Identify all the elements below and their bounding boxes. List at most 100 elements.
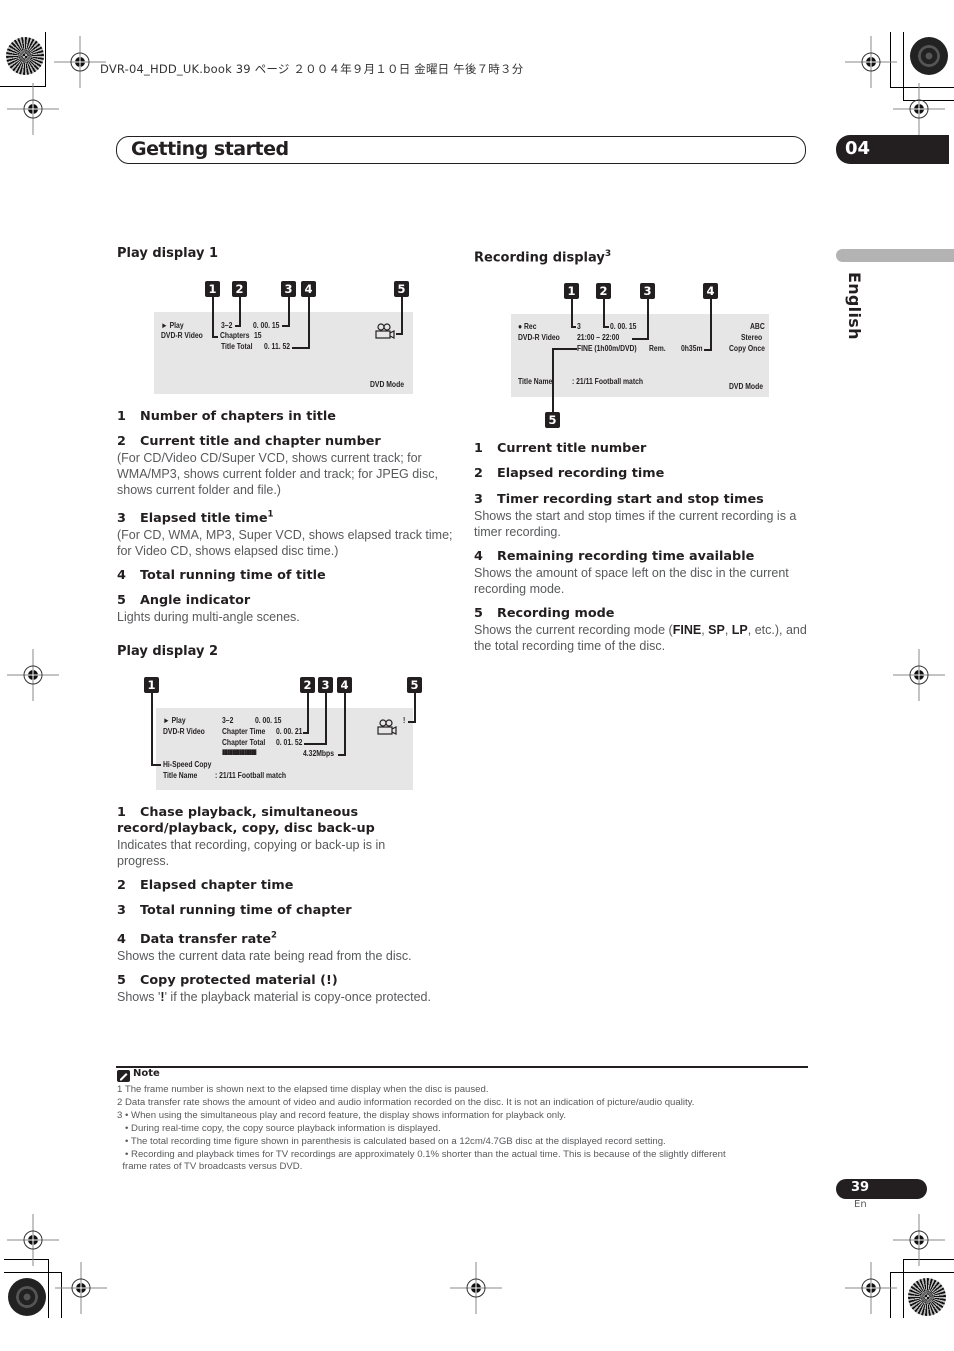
page-language-code: En bbox=[854, 1199, 867, 1210]
callout-leader bbox=[396, 333, 403, 335]
chapter-title: Getting started bbox=[131, 138, 289, 160]
screen-rate: 4.32Mbps bbox=[303, 749, 334, 758]
screen-title-name-label: Title Name bbox=[163, 771, 198, 780]
callout-leader bbox=[704, 349, 712, 351]
screen-channel: ABC bbox=[750, 322, 765, 331]
item-description: Shows the amount of space left on the di… bbox=[474, 566, 789, 596]
play-display-1-item: 4 Total running time of title bbox=[117, 568, 462, 584]
screen-audio: Stereo bbox=[741, 333, 763, 342]
callout-leader bbox=[151, 693, 153, 765]
item-number: 1 bbox=[474, 441, 483, 456]
callout-leader bbox=[408, 721, 416, 723]
callout-leader bbox=[552, 349, 554, 412]
item-number: 5 bbox=[117, 593, 126, 608]
callout-leader bbox=[151, 764, 161, 766]
mode-lp: LP bbox=[731, 623, 748, 637]
callout-badge-1: 1 bbox=[564, 283, 579, 299]
screen-rem-value: 0h35m bbox=[681, 344, 703, 353]
language-tab-label: English bbox=[845, 272, 864, 340]
registration-mark-icon bbox=[893, 83, 945, 135]
note-line: 2 Data transfer rate shows the amount of… bbox=[117, 1097, 695, 1108]
note-line: • Recording and playback times for TV re… bbox=[117, 1149, 726, 1160]
callout-badge-3: 3 bbox=[318, 677, 333, 693]
item-title: Number of chapters in title bbox=[140, 409, 336, 424]
callout-leader bbox=[282, 325, 290, 327]
item-description: (For CD, WMA, MP3, Super VCD, shows elap… bbox=[117, 528, 453, 558]
screen-title-name-value: : 21/11 Football match bbox=[572, 377, 644, 386]
callout-badge-4: 4 bbox=[301, 281, 316, 297]
recording-display-item: 3 Timer recording start and stop times Sh… bbox=[474, 492, 819, 540]
callout-badge-1: 1 bbox=[144, 677, 159, 693]
crop-mark bbox=[48, 1259, 49, 1318]
screen-mode: ● Rec bbox=[518, 322, 537, 331]
angle-camera-icon bbox=[377, 719, 397, 735]
note-divider bbox=[116, 1066, 808, 1068]
page-number-tab bbox=[836, 1179, 927, 1199]
color-target-top-right bbox=[910, 37, 948, 75]
callout-badge-3: 3 bbox=[281, 281, 296, 297]
callout-leader bbox=[571, 299, 573, 327]
registration-mark-icon bbox=[7, 649, 59, 701]
screen-rem-label: Rem. bbox=[649, 344, 666, 353]
note-line: 3 • When using the simultaneous play and… bbox=[117, 1110, 566, 1121]
callout-leader bbox=[344, 693, 346, 755]
play-display-1-item: 2 Current title and chapter number (For C… bbox=[117, 434, 462, 498]
heading-text: Recording display bbox=[474, 250, 605, 266]
callout-badge-2: 2 bbox=[232, 281, 247, 297]
play-display-2-item: 1 Chase playback, simultaneous record/pla… bbox=[117, 805, 457, 869]
note-line: • The total recording time figure shown … bbox=[117, 1136, 666, 1147]
chapter-header: Getting started bbox=[116, 136, 806, 164]
item-number: 2 bbox=[117, 434, 126, 449]
screen-disc-type: DVD-R Video bbox=[518, 333, 560, 342]
item-title: Current title and chapter number bbox=[140, 434, 381, 449]
footnote-ref: 1 bbox=[267, 509, 274, 520]
screen-title-chapter: 3–2 bbox=[221, 321, 233, 330]
item-number: 2 bbox=[474, 466, 483, 481]
item-number: 3 bbox=[117, 903, 126, 918]
registration-mark-icon bbox=[54, 36, 106, 88]
callout-leader bbox=[292, 347, 310, 349]
item-number: 5 bbox=[474, 606, 483, 621]
screen-rec-mode: FINE (1h00m/DVD) bbox=[577, 344, 637, 353]
callout-leader bbox=[401, 297, 403, 334]
chapter-number-tab: 04 bbox=[836, 135, 949, 164]
item-number: 4 bbox=[117, 932, 126, 947]
screen-footer: DVD Mode bbox=[370, 380, 404, 389]
crop-mark bbox=[903, 1259, 904, 1318]
crop-mark bbox=[45, 32, 46, 87]
registration-mark-icon bbox=[845, 1262, 897, 1314]
recording-display-item: 1 Current title number bbox=[474, 441, 819, 457]
registration-mark-icon bbox=[7, 1214, 59, 1266]
callout-leader bbox=[414, 693, 416, 722]
registration-mark-icon bbox=[7, 83, 59, 135]
callout-leader bbox=[603, 326, 609, 328]
screen-chapter-time-label: Chapter Time bbox=[222, 727, 266, 736]
callout-leader bbox=[212, 297, 214, 337]
screen-rate-bar: ▮▮▮▮▮▮▮▮▮▮▮▮▮▮ bbox=[222, 749, 257, 756]
color-target-bottom-left bbox=[8, 1278, 46, 1316]
item-title: Remaining recording time available bbox=[497, 549, 755, 564]
item-title: Angle indicator bbox=[140, 593, 251, 608]
play-display-1-item: 5 Angle indicator Lights during multi-ang… bbox=[117, 593, 462, 625]
play-display-1-heading: Play display 1 bbox=[117, 246, 219, 261]
item-number: 3 bbox=[474, 492, 483, 507]
item-number: 1 bbox=[117, 409, 126, 424]
item-description: Shows the start and stop times if the cu… bbox=[474, 509, 797, 539]
screen-chapter-time-value: 0. 00. 21 bbox=[276, 727, 303, 736]
item-number: 4 bbox=[117, 568, 126, 583]
callout-leader bbox=[303, 732, 309, 734]
callout-leader bbox=[212, 336, 218, 338]
screen-protect-mark: ! bbox=[403, 716, 406, 725]
play-display-1-item: 3 Elapsed title time1 (For CD, WMA, MP3, … bbox=[117, 509, 462, 559]
screen-disc-type: DVD-R Video bbox=[161, 331, 203, 340]
callout-leader bbox=[307, 693, 309, 733]
screen-title-total-value: 0. 11. 52 bbox=[264, 342, 291, 351]
screen-timer: 21:00 – 22:00 bbox=[577, 333, 620, 342]
angle-camera-icon bbox=[375, 323, 395, 339]
screen-elapsed: 0. 00. 15 bbox=[255, 716, 282, 725]
item-title: Elapsed recording time bbox=[497, 466, 665, 481]
screen-title-chapter: 3–2 bbox=[222, 716, 234, 725]
note-line: • During real-time copy, the copy source… bbox=[117, 1123, 441, 1134]
mode-fine: FINE bbox=[672, 623, 702, 637]
chapter-number: 04 bbox=[845, 138, 871, 159]
